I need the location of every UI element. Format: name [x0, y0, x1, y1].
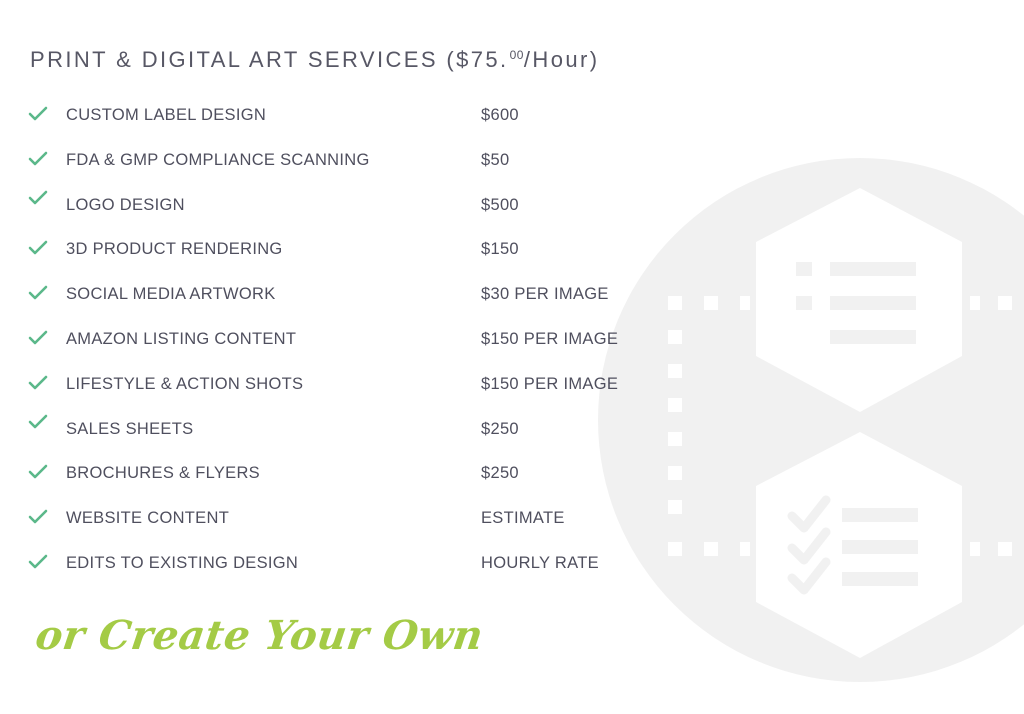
- service-name: AMAZON LISTING CONTENT: [66, 329, 297, 348]
- service-row: AMAZON LISTING CONTENT $150 PER IMAGE: [0, 317, 700, 362]
- service-row: EDITS TO EXISTING DESIGN HOURLY RATE: [0, 541, 700, 586]
- service-name: 3D PRODUCT RENDERING: [66, 240, 283, 259]
- service-price: $600: [481, 106, 519, 124]
- title-unit: /Hour): [523, 47, 600, 72]
- service-price: $150 PER IMAGE: [481, 329, 619, 348]
- service-row: LOGO DESIGN $500: [0, 183, 700, 228]
- service-row: CUSTOM LABEL DESIGN $600: [0, 93, 700, 138]
- service-row: FDA & GMP COMPLIANCE SCANNING $50: [0, 138, 700, 183]
- service-name: LIFESTYLE & ACTION SHOTS: [66, 374, 304, 393]
- service-name: BROCHURES & FLYERS: [66, 464, 260, 483]
- service-name: EDITS TO EXISTING DESIGN: [66, 553, 299, 572]
- tagline: or Create Your Own: [32, 612, 487, 659]
- service-price: $500: [481, 195, 519, 214]
- service-name: LOGO DESIGN: [66, 195, 185, 214]
- title-main: PRINT & DIGITAL ART SERVICES ($75.: [30, 47, 509, 72]
- check-icon: [28, 509, 48, 524]
- title-cents: 00: [509, 48, 524, 62]
- service-price: HOURLY RATE: [481, 553, 599, 572]
- service-row: SOCIAL MEDIA ARTWORK $30 PER IMAGE: [0, 272, 700, 317]
- check-icon: [28, 375, 48, 390]
- check-icon: [28, 190, 48, 204]
- service-price: $30 PER IMAGE: [481, 285, 609, 304]
- services-list: CUSTOM LABEL DESIGN $600 FDA & GMP COMPL…: [0, 93, 700, 586]
- check-icon: [28, 554, 48, 569]
- check-icon: [28, 330, 48, 345]
- service-price: $150: [481, 240, 519, 259]
- service-price: ESTIMATE: [481, 509, 565, 528]
- service-price: $250: [481, 419, 519, 438]
- service-price: $250: [481, 464, 519, 483]
- service-row: 3D PRODUCT RENDERING $150: [0, 227, 700, 272]
- service-name: FDA & GMP COMPLIANCE SCANNING: [66, 150, 370, 169]
- service-row: SALES SHEETS $250: [0, 407, 700, 452]
- check-icon: [28, 465, 48, 479]
- service-name: WEBSITE CONTENT: [66, 509, 230, 528]
- check-icon: [28, 241, 48, 255]
- check-icon: [28, 151, 48, 166]
- service-row: LIFESTYLE & ACTION SHOTS $150 PER IMAGE: [0, 362, 700, 407]
- service-name: SOCIAL MEDIA ARTWORK: [66, 285, 276, 304]
- check-icon: [28, 285, 48, 300]
- service-name: CUSTOM LABEL DESIGN: [66, 106, 267, 124]
- page-title: PRINT & DIGITAL ART SERVICES ($75.00/Hou…: [30, 47, 599, 73]
- check-icon: [28, 414, 48, 428]
- service-price: $50: [481, 150, 510, 169]
- check-icon: [28, 106, 48, 121]
- service-row: WEBSITE CONTENT ESTIMATE: [0, 496, 700, 541]
- service-price: $150 PER IMAGE: [481, 374, 619, 393]
- service-row: BROCHURES & FLYERS $250: [0, 451, 700, 496]
- service-name: SALES SHEETS: [66, 419, 194, 438]
